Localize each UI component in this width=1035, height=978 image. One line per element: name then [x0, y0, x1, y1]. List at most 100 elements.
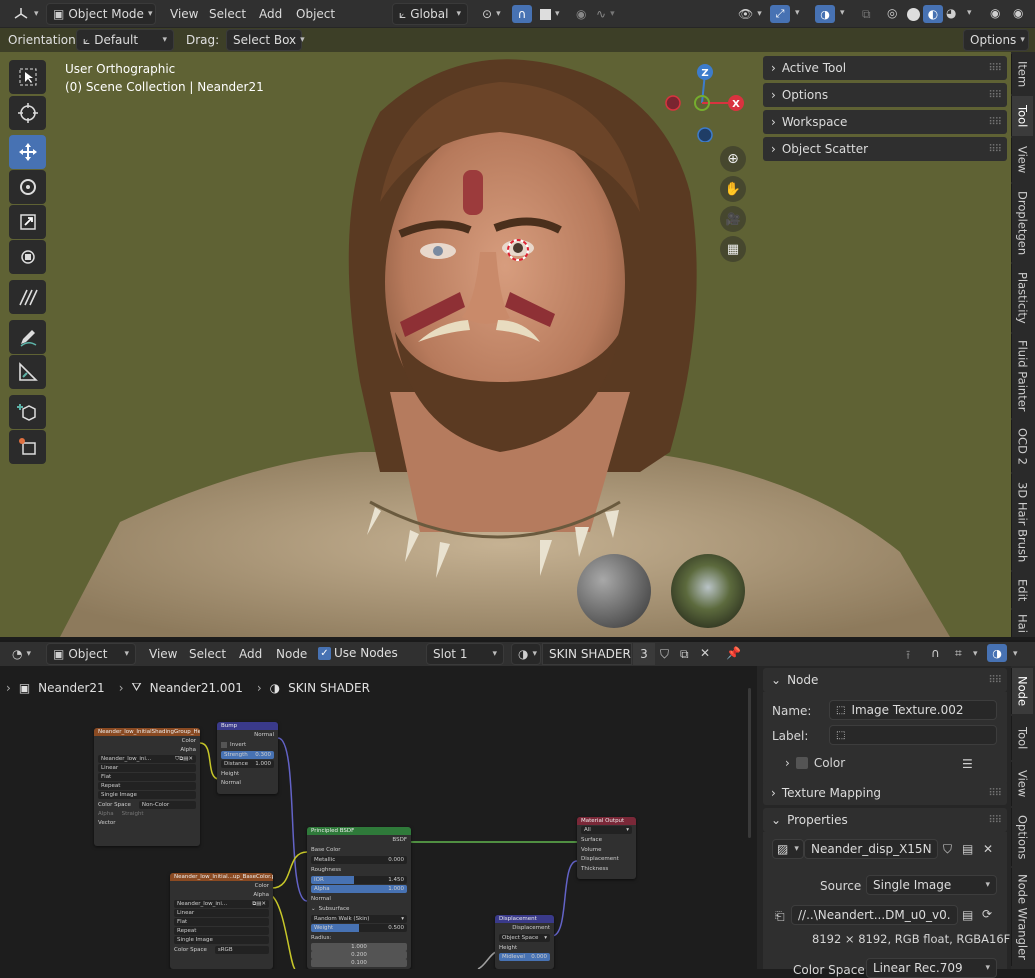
image-texture-node-height[interactable]: Neander_low_InitialShadingGroup_Heig... …: [94, 728, 200, 846]
menu-view[interactable]: View: [143, 643, 183, 665]
midlevel-field[interactable]: Midlevel 0.000: [499, 953, 550, 961]
projection-select[interactable]: Flat: [98, 773, 196, 781]
pan-button[interactable]: ✋: [720, 176, 746, 202]
draw-tool[interactable]: [9, 320, 46, 354]
fake-user-icon[interactable]: ⛉: [660, 647, 669, 662]
ortho-toggle-button[interactable]: ▦: [720, 236, 746, 262]
tab-item[interactable]: Item: [1011, 54, 1033, 94]
space-select[interactable]: Object Space ▾: [499, 934, 550, 942]
pin-icon[interactable]: 📌: [726, 646, 741, 660]
solid-shading-icon[interactable]: [907, 8, 920, 21]
editor-type-button[interactable]: ▾: [6, 3, 45, 25]
tab-view[interactable]: View: [1011, 138, 1033, 182]
chevron-down-icon[interactable]: ⌄: [311, 906, 316, 912]
scatter-tool[interactable]: [9, 430, 46, 464]
chevron-down-icon[interactable]: ▾: [973, 649, 978, 659]
close-icon[interactable]: ✕: [700, 646, 710, 660]
transform-tool[interactable]: [9, 240, 46, 274]
section-properties[interactable]: ⌄ Properties ⠿⠿: [763, 808, 1007, 832]
editor-type-button[interactable]: ◔ ▾: [6, 643, 37, 665]
orientation-dropdown[interactable]: ⟀ Default ▾: [76, 29, 174, 51]
strength-field[interactable]: Strength 0.300: [221, 751, 274, 759]
wireframe-shading-icon[interactable]: ◎: [887, 6, 897, 20]
folder-icon[interactable]: ▤: [962, 908, 973, 922]
chevron-down-icon[interactable]: ▾: [795, 8, 800, 18]
image-browse-button[interactable]: ▨ ▾: [772, 839, 804, 859]
overlay-toggle[interactable]: ◑: [815, 5, 835, 23]
snap-target-icon[interactable]: ⌗: [955, 646, 962, 661]
navigation-gizmo[interactable]: Z X: [660, 62, 750, 142]
panel-object-scatter[interactable]: › Object Scatter ⠿⠿: [763, 137, 1007, 161]
tab-ocd[interactable]: OCD 2: [1011, 420, 1033, 472]
tab-node[interactable]: Node: [1011, 668, 1033, 714]
transform-orientation-dropdown[interactable]: ⟀ Global ▾: [392, 3, 468, 25]
snap-toggle[interactable]: ∩: [512, 5, 532, 23]
parent-node-tree-icon[interactable]: ⭱: [906, 646, 910, 667]
use-nodes-checkbox[interactable]: ✓: [318, 647, 331, 660]
distance-field[interactable]: Distance 1.000: [221, 760, 274, 768]
interpolation-select[interactable]: Linear: [98, 764, 196, 772]
image-texture-node-basecolor[interactable]: Neander_low_Initial...up_BaseColor.png C…: [170, 873, 273, 969]
drag-dropdown[interactable]: Select Box ▾: [226, 29, 305, 51]
scale-tool[interactable]: [9, 205, 46, 239]
color-space-dropdown[interactable]: Linear Rec.709 ▾: [866, 958, 997, 978]
image-selector[interactable]: Neander_low_ini... ⧉▤✕: [174, 900, 269, 908]
checkbox-icon[interactable]: [795, 757, 808, 769]
interpolation-select[interactable]: Linear: [174, 909, 269, 917]
image-selector[interactable]: Neander_low_ini... ⛉⧉▤✕: [98, 755, 196, 763]
label-field[interactable]: ⬚: [829, 725, 997, 745]
menu-object[interactable]: Object: [290, 3, 341, 25]
projection-select[interactable]: Flat: [174, 918, 269, 926]
section-texture-mapping[interactable]: › Texture Mapping ⠿⠿: [763, 781, 1007, 805]
move-tool[interactable]: [9, 135, 46, 169]
menu-select[interactable]: Select: [183, 643, 232, 665]
tab-plasticity[interactable]: Plasticity: [1011, 264, 1033, 332]
source-select[interactable]: Single Image: [174, 936, 269, 944]
checkbox-icon[interactable]: [221, 742, 227, 748]
menu-select[interactable]: Select: [203, 3, 252, 25]
drag-handle-icon[interactable]: ⠿⠿: [988, 90, 1002, 101]
colorspace-select[interactable]: sRGB: [214, 945, 269, 954]
list-icon[interactable]: ☰: [962, 757, 973, 771]
tab-node-wrangler[interactable]: Node Wrangler: [1011, 868, 1033, 966]
camera-view-button[interactable]: 🎥: [720, 206, 746, 232]
principled-bsdf-node[interactable]: Principled BSDF BSDF Base Color Metallic…: [307, 827, 411, 969]
render-region-icon[interactable]: ◉: [990, 6, 1000, 20]
snap-target-button[interactable]: ▾: [534, 3, 566, 25]
zoom-button[interactable]: ⊕: [720, 146, 746, 172]
snap-icon[interactable]: ∩: [931, 646, 940, 660]
radius-y-field[interactable]: 0.200: [311, 951, 407, 959]
material-shading-toggle[interactable]: ◐: [923, 5, 943, 23]
extension-select[interactable]: Repeat: [174, 927, 269, 935]
xray-icon[interactable]: ⧉: [862, 7, 871, 22]
tab-dropletgen[interactable]: Dropletgen: [1011, 184, 1033, 262]
bump-node[interactable]: Bump Normal Invert Strength 0.300 Distanc…: [217, 722, 278, 794]
node-canvas[interactable]: › ▣ Neander21 › ⛛ Neander21.001 › ◑ SKIN…: [0, 666, 757, 969]
add-cube-tool[interactable]: [9, 395, 46, 429]
material-output-node[interactable]: Material Output All ▾ Surface Volume Disp…: [577, 817, 636, 879]
canvas-scrollbar[interactable]: [748, 688, 751, 838]
menu-node[interactable]: Node: [270, 643, 313, 665]
subsurface-method-select[interactable]: Random Walk (Skin) ▾: [311, 915, 407, 923]
drag-handle-icon[interactable]: ⠿⠿: [988, 117, 1002, 128]
extension-select[interactable]: Repeat: [98, 782, 196, 790]
rendered-shading-icon[interactable]: ◕: [946, 6, 956, 20]
source-dropdown[interactable]: Single Image ▾: [866, 875, 997, 895]
options-dropdown[interactable]: Options ▾: [963, 29, 1029, 51]
menu-add[interactable]: Add: [233, 643, 268, 665]
material-browse-button[interactable]: ◑ ▾: [511, 643, 541, 665]
mode-dropdown[interactable]: ▣ Object Mode ▾: [46, 3, 156, 25]
rotate-tool[interactable]: [9, 170, 46, 204]
chevron-down-icon[interactable]: ▾: [1013, 649, 1018, 659]
drag-handle-icon[interactable]: ⠿⠿: [988, 788, 1002, 799]
weight-field[interactable]: Weight 0.500: [311, 924, 407, 932]
fake-user-icon[interactable]: ⛉: [943, 842, 952, 857]
material-name-field[interactable]: SKIN SHADER: [542, 643, 632, 665]
tab-tool[interactable]: Tool: [1011, 716, 1033, 760]
radius-x-field[interactable]: 1.000: [311, 943, 407, 951]
user-count[interactable]: 3: [633, 643, 655, 665]
tab-hai[interactable]: Hai: [1011, 610, 1033, 637]
measure-tool[interactable]: [9, 355, 46, 389]
viewport-display-icon[interactable]: ◉: [1013, 6, 1023, 20]
drag-handle-icon[interactable]: ⠿⠿: [988, 815, 1002, 826]
